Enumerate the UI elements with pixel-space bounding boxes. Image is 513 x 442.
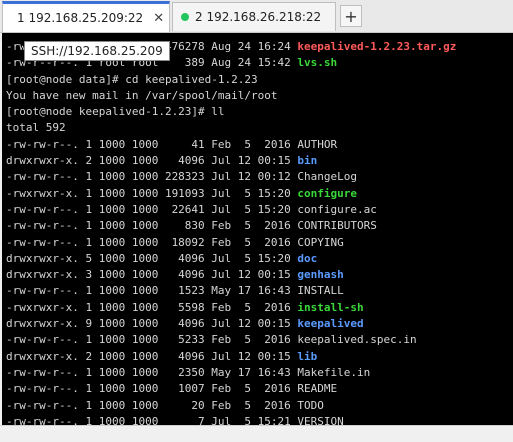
close-tab-icon[interactable]: ✕ [153,10,164,26]
terminal-line: drwxrwxr-x. 2 1000 1000 4096 Jul 12 00:1… [6,153,513,169]
listing-name-blue: keepalived [297,317,364,331]
listing-name-blue: doc [297,251,318,265]
listing-name-blue: bin [297,154,318,168]
terminal-line: -rw-rw-r--. 1 1000 1000 228323 Jul 12 00… [6,169,513,185]
terminal-text: [root@node data]# cd keepalived-1.2.23 [6,72,258,86]
terminal-line: -rwxrwxr-x. 1 1000 1000 5598 Feb 5 2016 … [6,300,513,316]
listing-name-blue: lib [297,349,318,363]
terminal-text: -rw-rw-r--. 1 1000 1000 228323 Jul 12 00… [6,170,357,184]
terminal-line: -rw-rw-r--. 1 1000 1000 830 Feb 5 2016 C… [6,218,513,234]
terminal-text: -rw-rw-r--. 1 1000 1000 20 Feb 5 2016 TO… [6,398,324,412]
terminal-line: drwxrwxr-x. 3 1000 1000 4096 Jul 12 00:1… [6,267,513,283]
terminal-text: You have new mail in /var/spool/mail/roo… [6,88,278,102]
terminal-text: -rwxrwxr-x. 1 1000 1000 191093 Jul 5 15:… [6,186,298,200]
terminal-text: -rw-rw-r--. 1 1000 1000 1007 Feb 5 2016 … [6,382,338,396]
terminal-text: drwxrwxr-x. 5 1000 1000 4096 Jul 5 15:20 [6,251,298,265]
terminal-text: -rwxrwxr-x. 1 1000 1000 5598 Feb 5 2016 [6,300,298,314]
terminal-line: -rw-rw-r--. 1 1000 1000 41 Feb 5 2016 AU… [6,137,513,153]
terminal-line: [root@node data]# cd keepalived-1.2.23 [6,72,513,88]
terminal-text: -rw-rw-r--. 1 1000 1000 18092 Feb 5 2016… [6,235,344,249]
terminal-text: [root@node keepalived-1.2.23]# ll [6,105,225,119]
tab-session-1[interactable]: 1 192.168.25.209:22 ✕ [2,1,170,32]
terminal-line: drwxrwxr-x. 5 1000 1000 4096 Jul 5 15:20… [6,251,513,267]
tab-session-2[interactable]: 2 192.168.26.218:22 [172,2,336,31]
terminal-text: -rw-rw-r--. 1 1000 1000 22641 Jul 5 15:2… [6,202,377,216]
listing-name-green: install-sh [297,300,364,314]
terminal-line: -rw-rw-r--. 1 1000 1000 1523 May 17 16:4… [6,283,513,299]
terminal-text: -rw-rw-r--. 1 1000 1000 830 Feb 5 2016 C… [6,219,377,233]
terminal-text: drwxrwxr-x. 3 1000 1000 4096 Jul 12 00:1… [6,268,298,282]
terminal-line: -rw-rw-r--. 1 1000 1000 2350 May 17 16:4… [6,365,513,381]
status-bar [0,425,513,442]
tab-label: 2 192.168.26.218:22 [195,10,322,24]
terminal-output[interactable]: -rw-r--r--. 1 root root 476278 Aug 24 16… [2,33,513,425]
terminal-text: -rw-rw-r--. 1 1000 1000 1523 May 17 16:4… [6,284,344,298]
terminal-line: -rw-rw-r--. 1 1000 1000 1007 Feb 5 2016 … [6,381,513,397]
session-tooltip: SSH://192.168.25.209 [24,41,170,61]
terminal-line: -rw-rw-r--. 1 1000 1000 5233 Feb 5 2016 … [6,332,513,348]
terminal-text: -rw-rw-r--. 1 1000 1000 7 Jul 5 15:21 VE… [6,414,344,425]
listing-name-blue: genhash [297,268,344,282]
terminal-line: -rwxrwxr-x. 1 1000 1000 191093 Jul 5 15:… [6,186,513,202]
terminal-text: -rw-rw-r--. 1 1000 1000 41 Feb 5 2016 AU… [6,137,338,151]
listing-name-green: lvs.sh [297,56,338,70]
terminal-text: drwxrwxr-x. 2 1000 1000 4096 Jul 12 00:1… [6,154,298,168]
terminal-line: drwxrwxr-x. 2 1000 1000 4096 Jul 12 00:1… [6,349,513,365]
connected-status-icon [181,13,189,21]
terminal-line: -rw-rw-r--. 1 1000 1000 22641 Jul 5 15:2… [6,202,513,218]
terminal-line: drwxrwxr-x. 9 1000 1000 4096 Jul 12 00:1… [6,316,513,332]
terminal-line: You have new mail in /var/spool/mail/roo… [6,88,513,104]
new-tab-button[interactable]: + [340,5,362,27]
terminal-text: drwxrwxr-x. 9 1000 1000 4096 Jul 12 00:1… [6,317,298,331]
terminal-line: -rw-rw-r--. 1 1000 1000 18092 Feb 5 2016… [6,235,513,251]
terminal-text: total 592 [6,121,66,135]
listing-name-red: keepalived-1.2.23.tar.gz [297,40,457,53]
terminal-line: total 592 [6,120,513,136]
terminal-text: drwxrwxr-x. 2 1000 1000 4096 Jul 12 00:1… [6,349,298,363]
tab-bar: 1 192.168.25.209:22 ✕ 2 192.168.26.218:2… [0,0,513,33]
terminal-line: -rw-rw-r--. 1 1000 1000 20 Feb 5 2016 TO… [6,398,513,414]
terminal-line: [root@node keepalived-1.2.23]# ll [6,104,513,120]
terminal-text: -rw-rw-r--. 1 1000 1000 5233 Feb 5 2016 … [6,333,417,347]
listing-name-green: configure [297,186,358,200]
terminal-text: -rw-rw-r--. 1 1000 1000 2350 May 17 16:4… [6,365,371,379]
terminal-line: -rw-rw-r--. 1 1000 1000 7 Jul 5 15:21 VE… [6,414,513,425]
tab-label: 1 192.168.25.209:22 [17,11,144,25]
